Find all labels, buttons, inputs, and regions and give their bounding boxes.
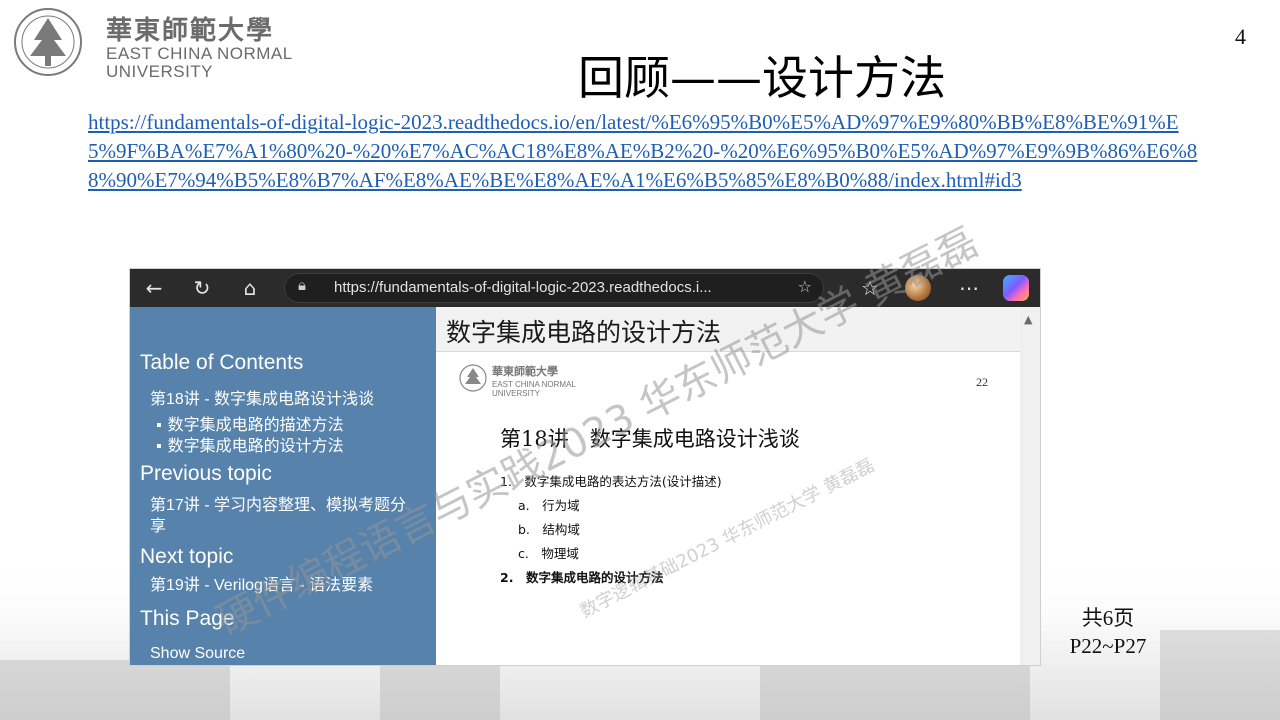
this-page-heading: This Page (140, 607, 235, 630)
logo-chinese-name: 華東師範大學 (106, 16, 275, 46)
back-icon[interactable]: ← (142, 276, 166, 300)
thumbnail-title: 第18讲 数字集成电路设计浅谈 (500, 427, 800, 451)
browser-scrollbar[interactable]: ▲ (1020, 307, 1040, 665)
thumbnail-logo-cn: 華東師範大學 (492, 365, 558, 378)
content-heading-text: 数字集成电路的设计方法 (446, 318, 722, 347)
docs-sidebar: Table of Contents 第18讲 - 数字集成电路设计浅谈 数字集成… (130, 307, 436, 665)
home-icon[interactable]: ⌂ (238, 276, 262, 300)
thumbnail-logo: 華東師範大學 EAST CHINA NORMAL UNIVERSITY (458, 363, 576, 398)
list-item: 1. 数字集成电路的表达方法(设计描述) (500, 474, 722, 489)
list-item: 2. 数字集成电路的设计方法 (500, 570, 664, 585)
list-item: a. 行为域 (518, 498, 580, 513)
toc-heading: Table of Contents (140, 351, 304, 374)
copilot-icon[interactable] (1003, 275, 1029, 301)
refresh-icon[interactable]: ↻ (190, 276, 214, 300)
thumbnail-logo-en1: EAST CHINA NORMAL (492, 380, 576, 389)
slide-thumbnail: 華東師範大學 EAST CHINA NORMAL UNIVERSITY 22 第… (436, 353, 1020, 665)
list-item: c. 物理域 (518, 546, 579, 561)
content-heading: 数字集成电路的设计方法 (436, 307, 1020, 352)
thumbnail-page-number: 22 (976, 375, 988, 389)
next-topic-heading: Next topic (140, 545, 234, 568)
thumbnail-logo-en2: UNIVERSITY (492, 389, 541, 398)
thumbnail-logo-en: EAST CHINA NORMAL UNIVERSITY (492, 380, 576, 398)
reference-link[interactable]: https://fundamentals-of-digital-logic-20… (88, 108, 1198, 195)
page-count-total: 共6页 (1081, 606, 1135, 630)
more-icon[interactable]: ⋯ (957, 276, 981, 300)
toc-item[interactable]: 第18讲 - 数字集成电路设计浅谈 (150, 389, 420, 410)
reader-icon[interactable]: ☆ (798, 277, 812, 296)
address-url: https://fundamentals-of-digital-logic-20… (334, 279, 712, 296)
lock-icon: 🔒︎ (298, 276, 306, 294)
address-bar[interactable]: 🔒︎ https://fundamentals-of-digital-logic… (284, 273, 824, 303)
previous-topic-link[interactable]: 第17讲 - 学习内容整理、模拟考题分享 (150, 495, 420, 537)
favorites-icon[interactable]: ☆ (858, 276, 882, 300)
toc-subitem-design[interactable]: 数字集成电路的设计方法 (156, 432, 344, 456)
university-emblem-icon (14, 8, 82, 76)
page-count-range: P22~P27 (1069, 634, 1147, 658)
logo-english-line1: EAST CHINA NORMAL (106, 44, 293, 63)
page-count: 共6页 P22~P27 (1060, 604, 1156, 660)
thumbnail-emblem-icon (459, 364, 487, 392)
slide-page-number: 4 (1235, 24, 1246, 49)
browser-toolbar: ← ↻ ⌂ 🔒︎ https://fundamentals-of-digital… (130, 269, 1040, 307)
logo-english-line2: UNIVERSITY (106, 62, 214, 81)
slide-title: 回顾——设计方法 (578, 51, 946, 105)
list-item: b. 结构域 (518, 522, 580, 537)
show-source-link[interactable]: Show Source (150, 643, 420, 664)
previous-topic-heading: Previous topic (140, 462, 272, 485)
scroll-up-icon[interactable]: ▲ (1024, 313, 1032, 326)
next-topic-link[interactable]: 第19讲 - Verilog语言 - 语法要素 (150, 575, 420, 596)
profile-avatar[interactable] (905, 275, 931, 301)
browser-screenshot: ← ↻ ⌂ 🔒︎ https://fundamentals-of-digital… (130, 269, 1040, 665)
docs-content: 数字集成电路的设计方法 華東師範大學 EAST CHINA NORMAL UNI… (436, 307, 1020, 665)
university-logo: 華東師範大學 EAST CHINA NORMAL UNIVERSITY (10, 6, 300, 81)
